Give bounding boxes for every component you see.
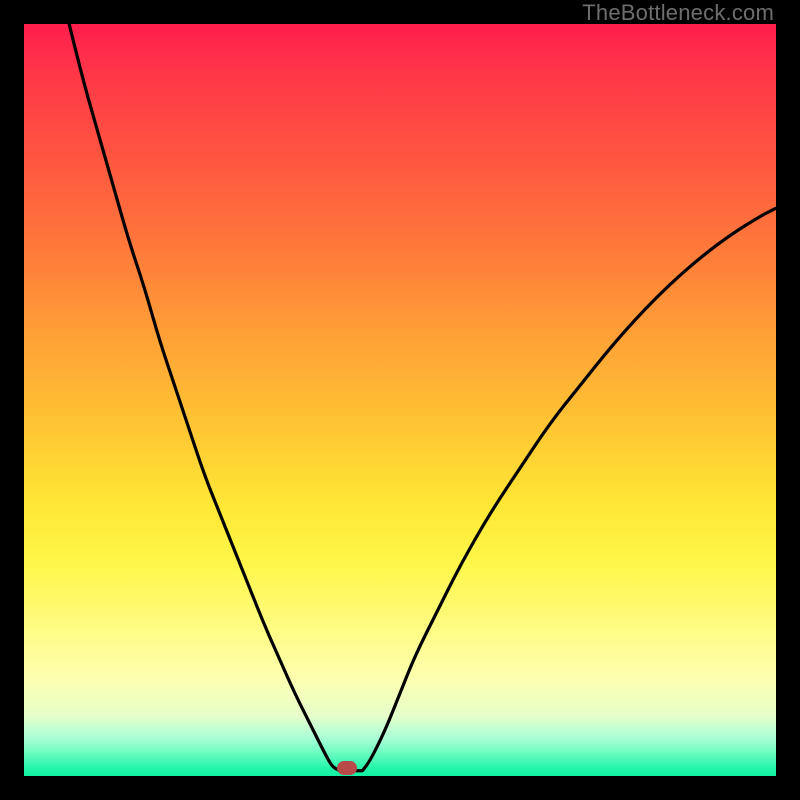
bottleneck-curve [24, 24, 776, 776]
plot-area [24, 24, 776, 776]
curve-path [69, 24, 776, 771]
chart-frame: TheBottleneck.com [0, 0, 800, 800]
watermark-text: TheBottleneck.com [582, 0, 774, 26]
notch-marker [337, 761, 357, 775]
